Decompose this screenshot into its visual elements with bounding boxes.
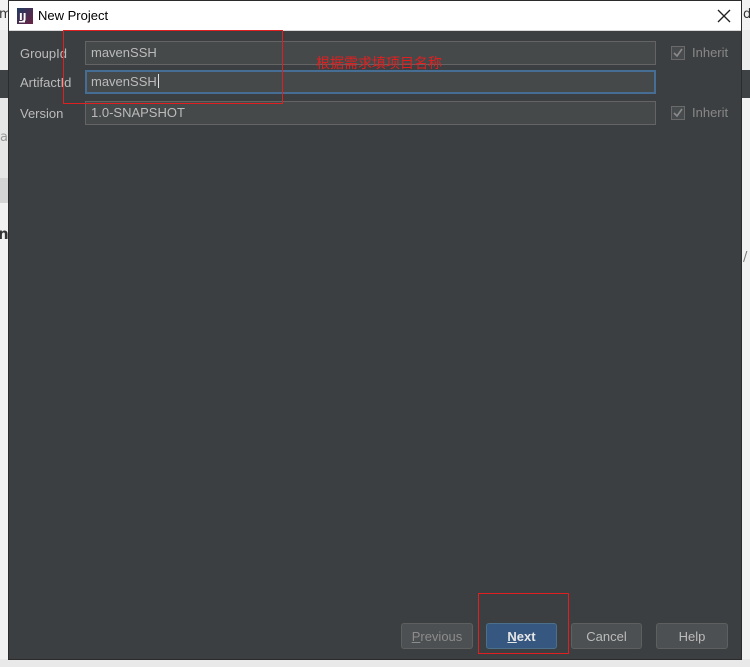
- groupid-inherit-checkbox[interactable]: Inherit: [671, 45, 728, 60]
- background-peek-text: d: [743, 7, 750, 22]
- groupid-label: GroupId: [20, 46, 67, 61]
- version-input[interactable]: 1.0-SNAPSHOT: [85, 101, 656, 125]
- annotation-highlight-box: [63, 30, 283, 104]
- version-inherit-checkbox[interactable]: Inherit: [671, 105, 728, 120]
- version-inherit-label: Inherit: [692, 105, 729, 120]
- background-peek-text: /: [743, 250, 748, 265]
- help-button[interactable]: Help: [656, 623, 728, 649]
- checkbox-checked-icon: [671, 105, 685, 120]
- version-row: Version 1.0-SNAPSHOT Inherit: [9, 101, 741, 127]
- close-icon[interactable]: [715, 7, 733, 25]
- previous-label: revious: [420, 628, 463, 644]
- version-label: Version: [20, 106, 64, 121]
- annotation-text: 根据需求填项目名称: [316, 56, 442, 72]
- intellij-app-icon: IJ: [17, 8, 33, 24]
- background-peek-text: a: [0, 130, 8, 145]
- previous-button[interactable]: Previous: [401, 623, 473, 649]
- previous-mnemonic: P: [411, 628, 421, 644]
- annotation-next-highlight: [478, 593, 569, 654]
- checkbox-checked-icon: [671, 45, 685, 60]
- groupid-inherit-label: Inherit: [692, 45, 729, 60]
- dialog-title: New Project: [38, 8, 109, 23]
- dialog-titlebar[interactable]: IJ New Project: [9, 1, 741, 31]
- cancel-button[interactable]: Cancel: [571, 623, 642, 649]
- background-content-edge-right: [741, 98, 750, 667]
- background-toolbar-edge-right: [741, 70, 750, 98]
- background-bottom-edge: [0, 659, 750, 667]
